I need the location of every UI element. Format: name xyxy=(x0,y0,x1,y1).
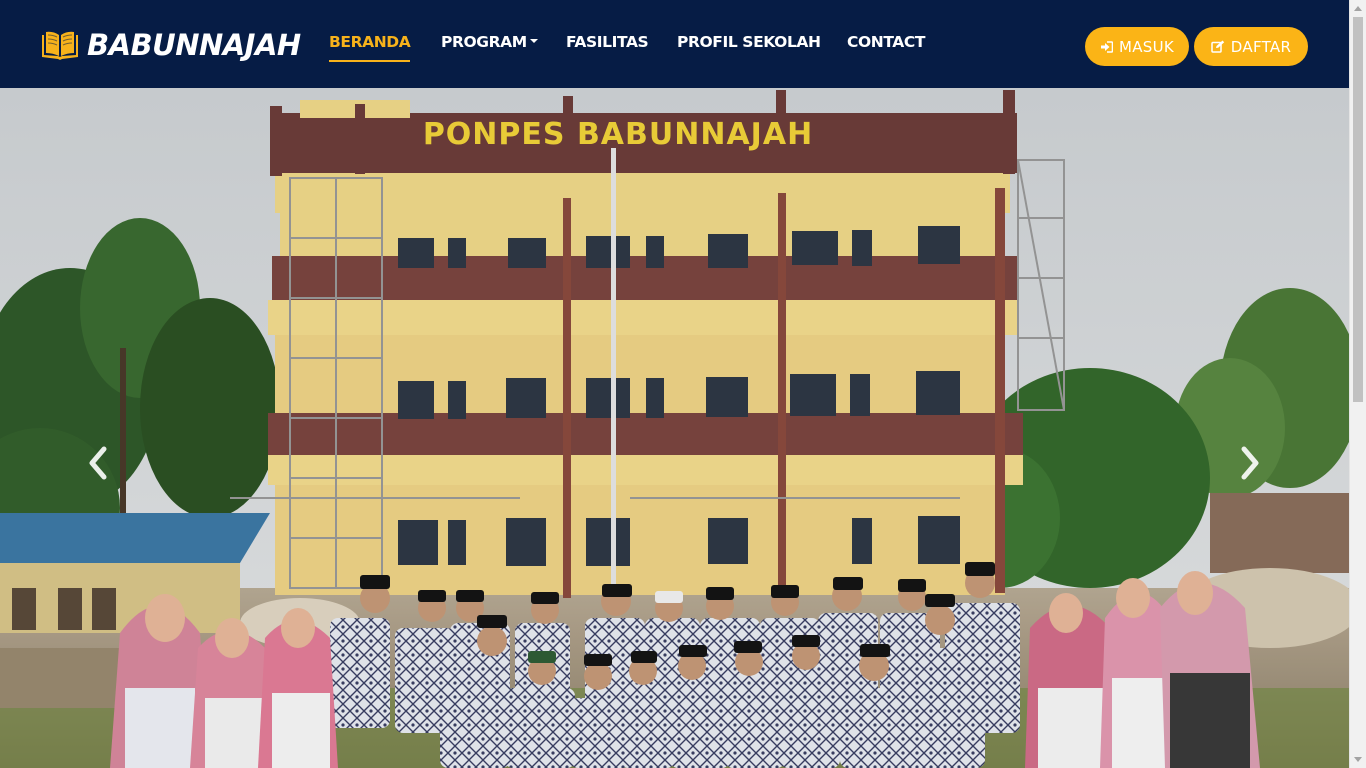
nav-contact[interactable]: CONTACT xyxy=(847,33,925,51)
nav-profil-sekolah[interactable]: PROFIL SEKOLAH xyxy=(677,33,821,51)
hero-photo: PONPES BABUNNAJAH xyxy=(0,88,1349,768)
register-button[interactable]: DAFTAR xyxy=(1194,27,1308,66)
login-button[interactable]: MASUK xyxy=(1085,27,1189,66)
scroll-up-arrow-icon[interactable] xyxy=(1354,6,1362,11)
register-label: DAFTAR xyxy=(1230,37,1292,56)
carousel-prev-button[interactable] xyxy=(78,446,118,480)
carousel-next-button[interactable] xyxy=(1230,446,1270,480)
nav-program-label: PROGRAM xyxy=(441,33,527,51)
sign-in-icon xyxy=(1100,40,1113,53)
page-scrollbar[interactable] xyxy=(1349,0,1366,768)
brand-name: BABUNNAJAH xyxy=(87,28,301,62)
nav-program[interactable]: PROGRAM xyxy=(441,33,538,51)
chevron-right-icon xyxy=(1241,446,1259,480)
scroll-thumb[interactable] xyxy=(1353,17,1363,402)
login-label: MASUK xyxy=(1118,37,1175,56)
chevron-left-icon xyxy=(89,446,107,480)
hero-carousel: PONPES BABUNNAJAH xyxy=(0,88,1349,768)
nav-beranda[interactable]: BERANDA xyxy=(329,33,411,62)
caret-down-icon xyxy=(529,38,538,43)
nav-fasilitas[interactable]: FASILITAS xyxy=(566,33,649,51)
brand-logo[interactable]: BABUNNAJAH xyxy=(40,25,301,65)
top-navbar: BABUNNAJAH BERANDA PROGRAM FASILITAS PRO… xyxy=(0,0,1349,88)
open-book-icon xyxy=(42,31,78,60)
scroll-down-arrow-icon[interactable] xyxy=(1354,757,1362,762)
edit-icon xyxy=(1211,40,1224,53)
